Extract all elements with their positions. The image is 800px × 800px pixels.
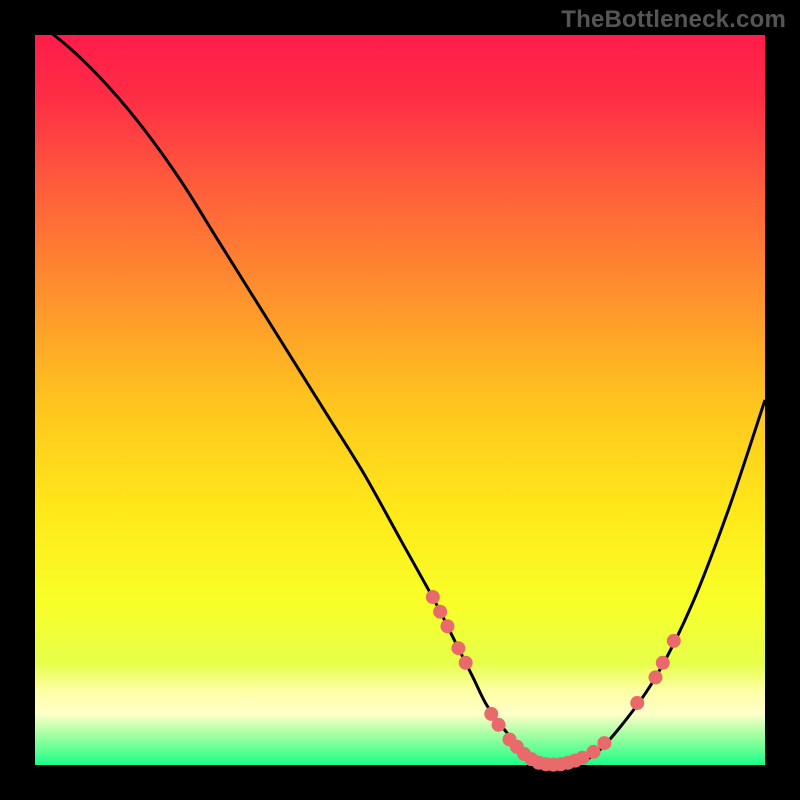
curve-marker	[667, 634, 681, 648]
curve-marker	[433, 605, 447, 619]
curve-marker	[656, 656, 670, 670]
curve-marker	[492, 718, 506, 732]
curve-marker	[451, 641, 465, 655]
bottleneck-chart	[0, 0, 800, 800]
curve-marker	[597, 736, 611, 750]
plot-background	[35, 35, 765, 765]
curve-marker	[586, 745, 600, 759]
chart-stage: TheBottleneck.com	[0, 0, 800, 800]
curve-marker	[459, 656, 473, 670]
curve-marker	[649, 670, 663, 684]
curve-marker	[426, 590, 440, 604]
curve-marker	[630, 696, 644, 710]
watermark-text: TheBottleneck.com	[561, 6, 786, 34]
curve-marker	[440, 619, 454, 633]
